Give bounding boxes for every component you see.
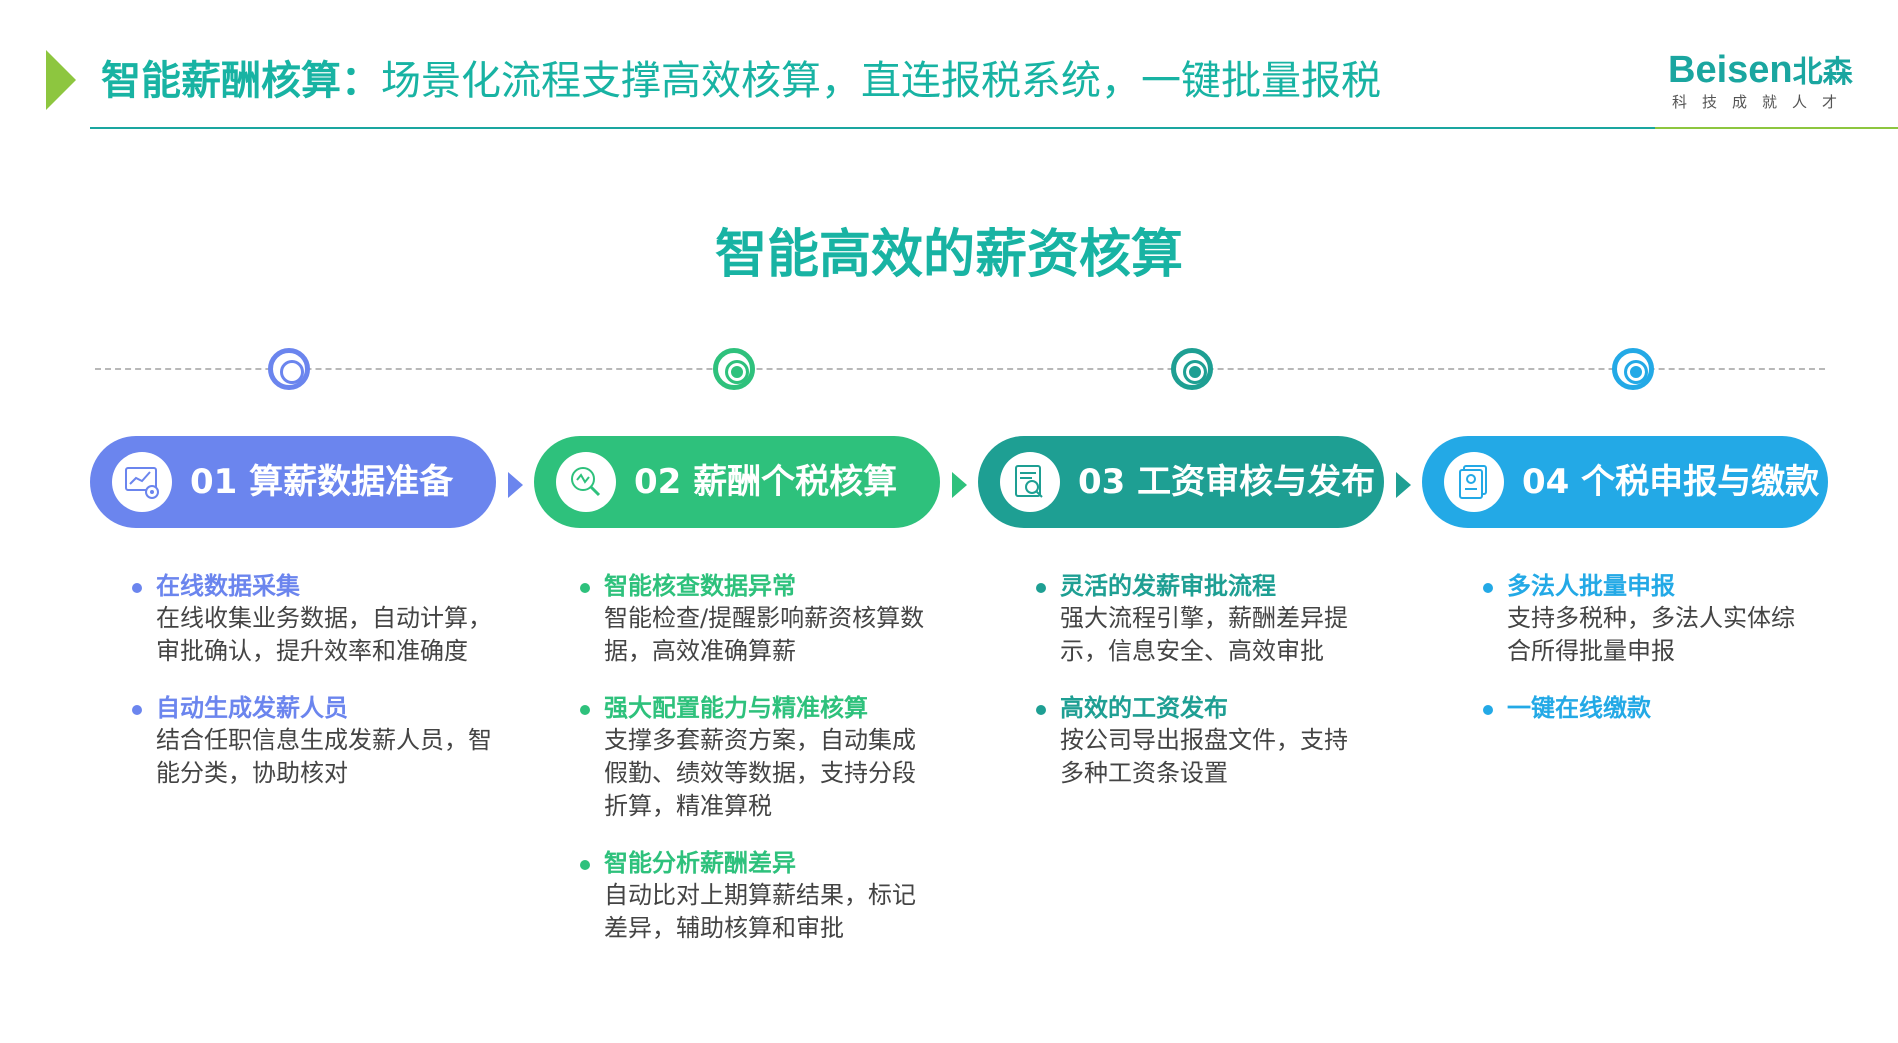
item-desc: 结合任职信息生成发薪人员，智能分类，协助核对 <box>156 726 492 787</box>
page-title-bold: 智能薪酬核算： <box>101 58 381 104</box>
timeline-node-2 <box>713 348 755 390</box>
step-4-details: 多法人批量申报 支持多税种，多法人实体综合所得批量申报 一键在线缴款 <box>1483 570 1803 748</box>
page-title: 智能薪酬核算：场景化流程支撑高效核算，直连报税系统，一键批量报税 <box>101 53 1381 109</box>
item-title: 在线数据采集 <box>156 572 300 600</box>
section-title: 智能高效的薪资核算 <box>714 225 1183 285</box>
header-divider <box>90 127 1655 129</box>
item-desc: 支撑多套薪资方案，自动集成假勤、绩效等数据，支持分段折算，精准算税 <box>604 726 916 820</box>
bullet-dot <box>1036 583 1046 593</box>
bullet-dot <box>1483 583 1493 593</box>
list-item: 一键在线缴款 <box>1483 692 1803 724</box>
item-title: 智能核查数据异常 <box>604 572 796 600</box>
tax-document-icon <box>1444 452 1504 512</box>
bullet-dot <box>580 860 590 870</box>
item-desc: 智能检查/提醒影响薪资核算数据，高效准确算薪 <box>604 604 925 665</box>
step-1-details: 在线数据采集 在线收集业务数据，自动计算，审批确认，提升效率和准确度 自动生成发… <box>132 570 502 814</box>
list-item: 自动生成发薪人员 结合任职信息生成发薪人员，智能分类，协助核对 <box>132 692 502 790</box>
step-2-details: 智能核查数据异常 智能检查/提醒影响薪资核算数据，高效准确算薪 强大配置能力与精… <box>580 570 925 969</box>
step-2-label: 02 薪酬个税核算 <box>634 462 898 502</box>
item-title: 智能分析薪酬差异 <box>604 849 796 877</box>
list-item: 高效的工资发布 按公司导出报盘文件，支持多种工资条设置 <box>1036 692 1366 790</box>
item-desc: 强大流程引擎，薪酬差异提示，信息安全、高效审批 <box>1060 604 1348 665</box>
step-arrow-1-icon <box>508 472 523 498</box>
item-title: 灵活的发薪审批流程 <box>1060 572 1276 600</box>
list-item: 智能分析薪酬差异 自动比对上期算薪结果，标记差异，辅助核算和审批 <box>580 847 925 945</box>
item-desc: 按公司导出报盘文件，支持多种工资条设置 <box>1060 726 1348 787</box>
step-arrow-2-icon <box>952 472 967 498</box>
step-3-details: 灵活的发薪审批流程 强大流程引擎，薪酬差异提示，信息安全、高效审批 高效的工资发… <box>1036 570 1366 814</box>
item-title: 高效的工资发布 <box>1060 694 1228 722</box>
logo-word: Beisen北森 <box>1668 48 1853 95</box>
step-arrow-3-icon <box>1396 472 1411 498</box>
item-title: 强大配置能力与精准核算 <box>604 694 868 722</box>
bullet-dot <box>132 583 142 593</box>
page-title-rest: 场景化流程支撑高效核算，直连报税系统，一键批量报税 <box>381 58 1381 104</box>
list-item: 灵活的发薪审批流程 强大流程引擎，薪酬差异提示，信息安全、高效审批 <box>1036 570 1366 668</box>
item-title: 一键在线缴款 <box>1507 694 1651 722</box>
timeline-node-4 <box>1612 348 1654 390</box>
bullet-dot <box>1483 705 1493 715</box>
bullet-dot <box>132 705 142 715</box>
logo-word-cn: 北森 <box>1792 56 1853 89</box>
beisen-logo: Beisen北森 科技成就人才 <box>1668 48 1858 116</box>
bullet-dot <box>580 583 590 593</box>
step-3-pill: 03 工资审核与发布 <box>978 436 1384 528</box>
item-title: 多法人批量申报 <box>1507 572 1675 600</box>
item-desc: 支持多税种，多法人实体综合所得批量申报 <box>1507 604 1795 665</box>
item-desc: 自动比对上期算薪结果，标记差异，辅助核算和审批 <box>604 881 916 942</box>
step-1-pill: 01 算薪数据准备 <box>90 436 496 528</box>
logo-word-en: Beisen <box>1668 49 1793 91</box>
timeline-node-3 <box>1171 348 1213 390</box>
header-arrow-icon <box>46 50 76 110</box>
data-chart-icon <box>112 452 172 512</box>
logo-slogan: 科技成就人才 <box>1672 93 1853 111</box>
step-1-label: 01 算薪数据准备 <box>190 462 454 502</box>
document-search-icon <box>1000 452 1060 512</box>
bullet-dot <box>580 705 590 715</box>
step-4-label: 04 个税申报与缴款 <box>1522 462 1820 502</box>
timeline-node-1 <box>268 348 310 390</box>
step-2-pill: 02 薪酬个税核算 <box>534 436 940 528</box>
list-item: 多法人批量申报 支持多税种，多法人实体综合所得批量申报 <box>1483 570 1803 668</box>
list-item: 强大配置能力与精准核算 支撑多套薪资方案，自动集成假勤、绩效等数据，支持分段折算… <box>580 692 925 823</box>
magnifier-check-icon <box>556 452 616 512</box>
step-3-label: 03 工资审核与发布 <box>1078 462 1376 502</box>
step-4-pill: 04 个税申报与缴款 <box>1422 436 1828 528</box>
item-desc: 在线收集业务数据，自动计算，审批确认，提升效率和准确度 <box>156 604 492 665</box>
bullet-dot <box>1036 705 1046 715</box>
item-title: 自动生成发薪人员 <box>156 694 348 722</box>
list-item: 智能核查数据异常 智能检查/提醒影响薪资核算数据，高效准确算薪 <box>580 570 925 668</box>
list-item: 在线数据采集 在线收集业务数据，自动计算，审批确认，提升效率和准确度 <box>132 570 502 668</box>
timeline-dashed-line <box>95 368 1825 370</box>
header-divider-accent <box>1655 127 1898 129</box>
